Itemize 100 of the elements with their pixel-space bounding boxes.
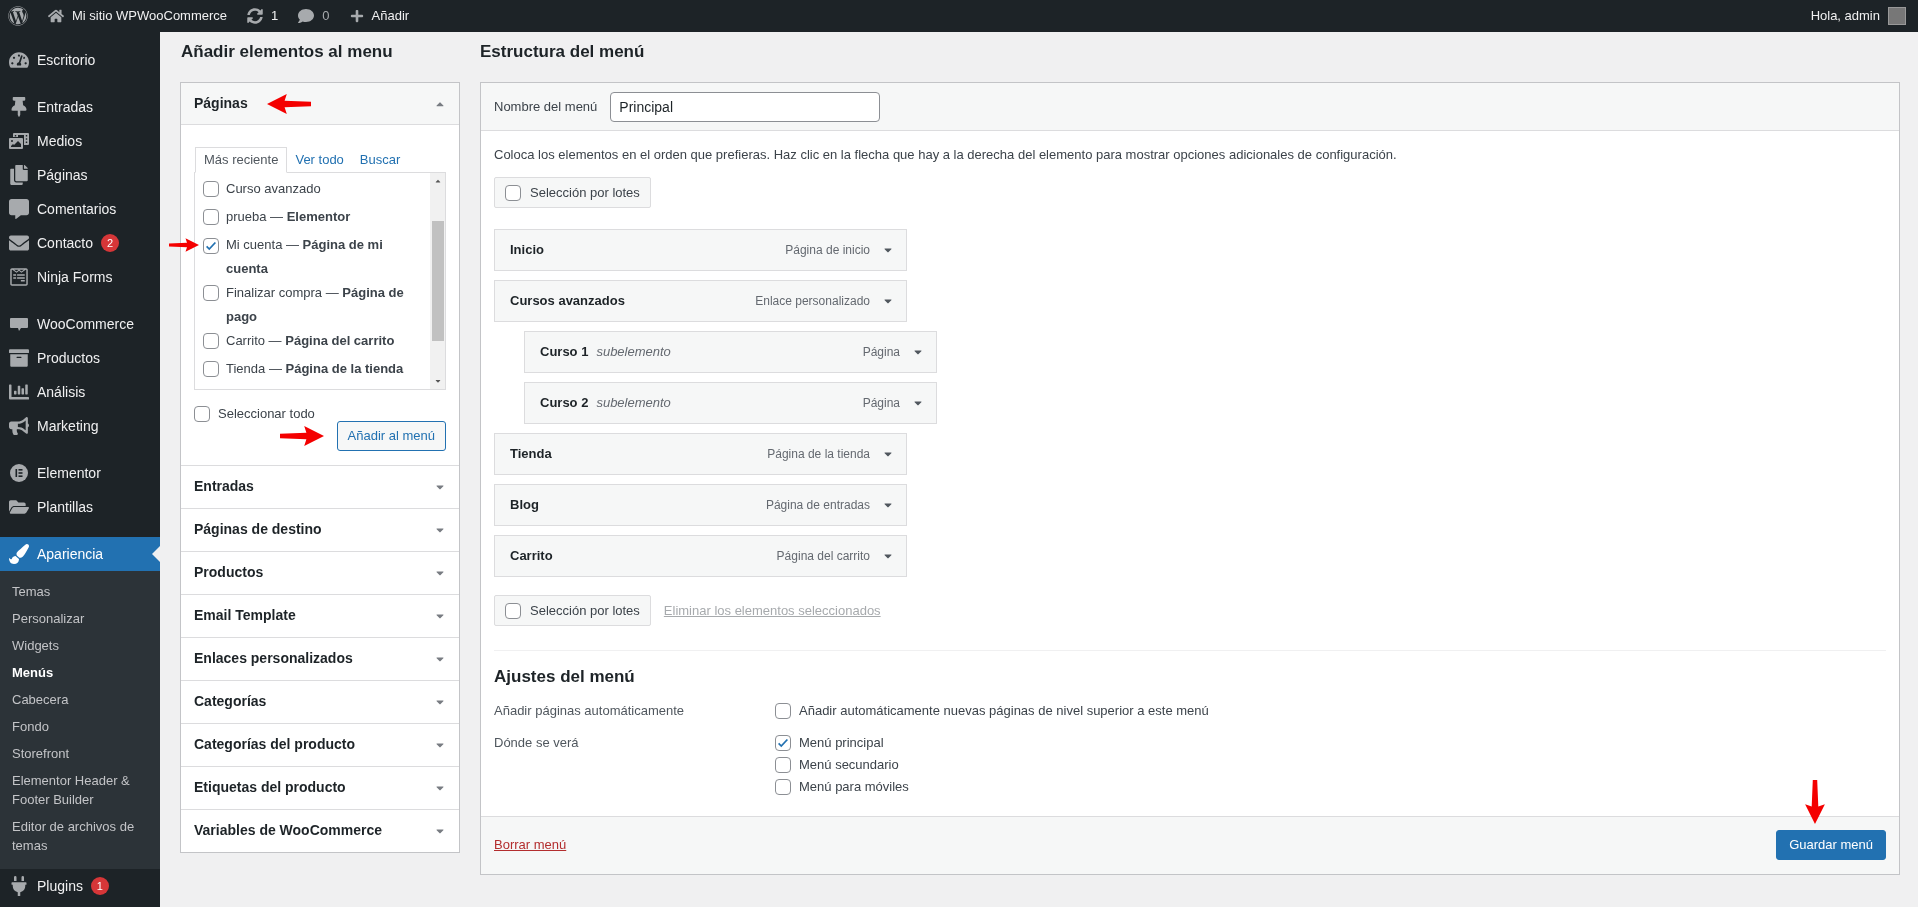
checkbox-label: Añadir automáticamente nuevas páginas de nivel superior a este menú <box>799 701 1209 720</box>
menu-item-bar[interactable]: Curso 1 subelemento Página <box>524 331 937 373</box>
menu-item-type: Página <box>862 344 900 361</box>
bulk-select-control[interactable]: Selección por lotes <box>494 595 651 626</box>
new-link[interactable]: Añadir <box>349 6 410 26</box>
folder-icon <box>9 497 29 517</box>
page-option: Finalizar compra — Página de pago <box>226 281 422 329</box>
setting-label: Dónde se verá <box>494 733 580 752</box>
menu-name-field[interactable]: Principal <box>610 91 881 122</box>
account-link[interactable]: Hola, admin <box>1810 6 1910 26</box>
checkbox[interactable] <box>203 181 219 197</box>
submenu-item[interactable]: Menús <box>0 659 160 686</box>
menu-item-bar[interactable]: Curso 2 subelemento Página <box>524 382 937 424</box>
menu-item-type: Enlace personalizado <box>755 293 870 310</box>
menu-item-title: Carrito <box>510 547 554 566</box>
submenu-note: subelemento <box>596 394 672 413</box>
checkbox[interactable] <box>203 285 219 301</box>
checkbox[interactable] <box>203 209 219 225</box>
bulk-select-control[interactable]: Selección por lotes <box>494 177 651 208</box>
checkbox-label: Menú principal <box>799 733 884 752</box>
checkbox[interactable] <box>203 361 219 377</box>
sidebar-item[interactable]: WooCommerce <box>0 307 160 341</box>
instructions-text: Coloca los elementos en el orden que prefieras. Haz clic en la flecha que hay a la derecha del elemento para mostrar opciones adicionales de configuración. <box>494 146 1398 164</box>
sidebar-item[interactable]: Entradas <box>0 90 160 124</box>
field-label: Nombre del menú <box>494 97 598 116</box>
sidebar-item[interactable]: Análisis <box>0 375 160 409</box>
menu-item-bar[interactable]: Inicio Página de inicio <box>494 229 907 271</box>
submenu-item[interactable]: Widgets <box>0 632 160 659</box>
submenu-item[interactable]: Temas <box>0 578 160 605</box>
sidebar-item[interactable]: Apariencia <box>0 537 160 571</box>
plug-icon <box>9 876 29 896</box>
checkbox[interactable] <box>775 734 791 751</box>
delete-menu-link[interactable]: Borrar menú <box>494 835 567 855</box>
sidebar-item[interactable]: Comentarios <box>0 192 160 226</box>
count-badge: 1 <box>90 877 109 895</box>
comments-link[interactable]: 0 <box>298 6 330 26</box>
sidebar-item[interactable]: Medios <box>0 124 160 158</box>
circle-e-icon <box>9 463 29 483</box>
accordion-header[interactable]: Páginas <box>181 83 459 125</box>
media-icon <box>9 131 29 151</box>
pages-icon <box>9 165 29 185</box>
site-link[interactable]: Mi sitio WPWooCommerce <box>48 6 228 26</box>
add-to-menu-button[interactable]: Añadir al menú <box>336 420 446 451</box>
sidebar-item[interactable]: Ninja Forms <box>0 260 160 294</box>
menu-item-bar[interactable]: Blog Página de entradas <box>494 484 907 526</box>
submenu-item[interactable]: Editor de archivos de temas <box>0 813 160 859</box>
annotation-arrow <box>280 424 324 447</box>
submenu-item[interactable]: Elementor Header & Footer Builder <box>0 767 160 813</box>
checkbox[interactable] <box>775 778 791 795</box>
checkbox[interactable] <box>505 602 521 619</box>
submenu-item[interactable]: Cabecera <box>0 686 160 713</box>
menu-item-title: Inicio <box>510 241 545 260</box>
archive-box-icon <box>9 348 29 368</box>
submenu-item[interactable]: Storefront <box>0 740 160 767</box>
sidebar-item[interactable]: Plantillas <box>0 490 160 524</box>
wordpress-logo-icon[interactable] <box>8 6 28 26</box>
count-badge: 2 <box>101 234 120 252</box>
menu-item-bar[interactable]: Carrito Página del carrito <box>494 535 907 577</box>
checkbox[interactable] <box>194 405 210 422</box>
sidebar-item[interactable]: Marketing <box>0 409 160 443</box>
sidebar-item[interactable]: Páginas <box>0 158 160 192</box>
menu-item-type: Página de la tienda <box>767 446 870 463</box>
sidebar-item[interactable]: Contacto 2 <box>0 226 160 260</box>
refresh-icon <box>247 8 264 24</box>
checkbox-label: Menú para móviles <box>799 777 909 796</box>
checkbox[interactable] <box>505 184 521 201</box>
sidebar-item[interactable]: Plugins 1 <box>0 869 160 903</box>
menu-item-bar[interactable]: Cursos avanzados Enlace personalizado <box>494 280 907 322</box>
menu-item-title: Blog <box>510 496 540 515</box>
tab[interactable]: Ver todo <box>287 147 352 173</box>
checkbox[interactable] <box>203 333 219 349</box>
menu-item-bar[interactable]: Tienda Página de la tienda <box>494 433 907 475</box>
submenu-item[interactable]: Personalizar <box>0 605 160 632</box>
paintbrush-icon <box>9 544 29 564</box>
sidebar-item[interactable]: Elementor <box>0 456 160 490</box>
bar-chart-icon <box>9 382 29 402</box>
setting-label: Añadir páginas automáticamente <box>494 701 686 720</box>
tab[interactable]: Buscar <box>351 147 409 173</box>
form-icon <box>9 267 29 287</box>
sidebar-item[interactable]: Escritorio <box>0 43 160 77</box>
menu-item-type: Página de inicio <box>785 242 870 259</box>
checkbox[interactable] <box>203 238 219 254</box>
updates-link[interactable]: 1 <box>247 6 279 26</box>
settings-heading: Ajustes del menú <box>494 666 636 688</box>
menu-item-title: Curso 1 <box>540 343 589 362</box>
tab[interactable]: Más reciente <box>195 147 288 173</box>
pointer-notch <box>152 546 160 562</box>
sidebar-item[interactable]: Productos <box>0 341 160 375</box>
checkbox[interactable] <box>775 756 791 773</box>
dashboard-icon <box>9 50 29 70</box>
page-option: prueba — Elementor <box>226 205 351 229</box>
save-menu-button[interactable]: Guardar menú <box>1776 830 1886 860</box>
envelope-icon <box>9 233 29 253</box>
checkbox-label: Seleccionar todo <box>218 405 315 423</box>
speech-bubble-icon <box>298 8 315 24</box>
megaphone-icon <box>9 416 29 436</box>
menu-item-title: Cursos avanzados <box>510 292 626 311</box>
annotation-arrow <box>267 93 311 115</box>
submenu-item[interactable]: Fondo <box>0 713 160 740</box>
checkbox[interactable] <box>775 702 791 719</box>
